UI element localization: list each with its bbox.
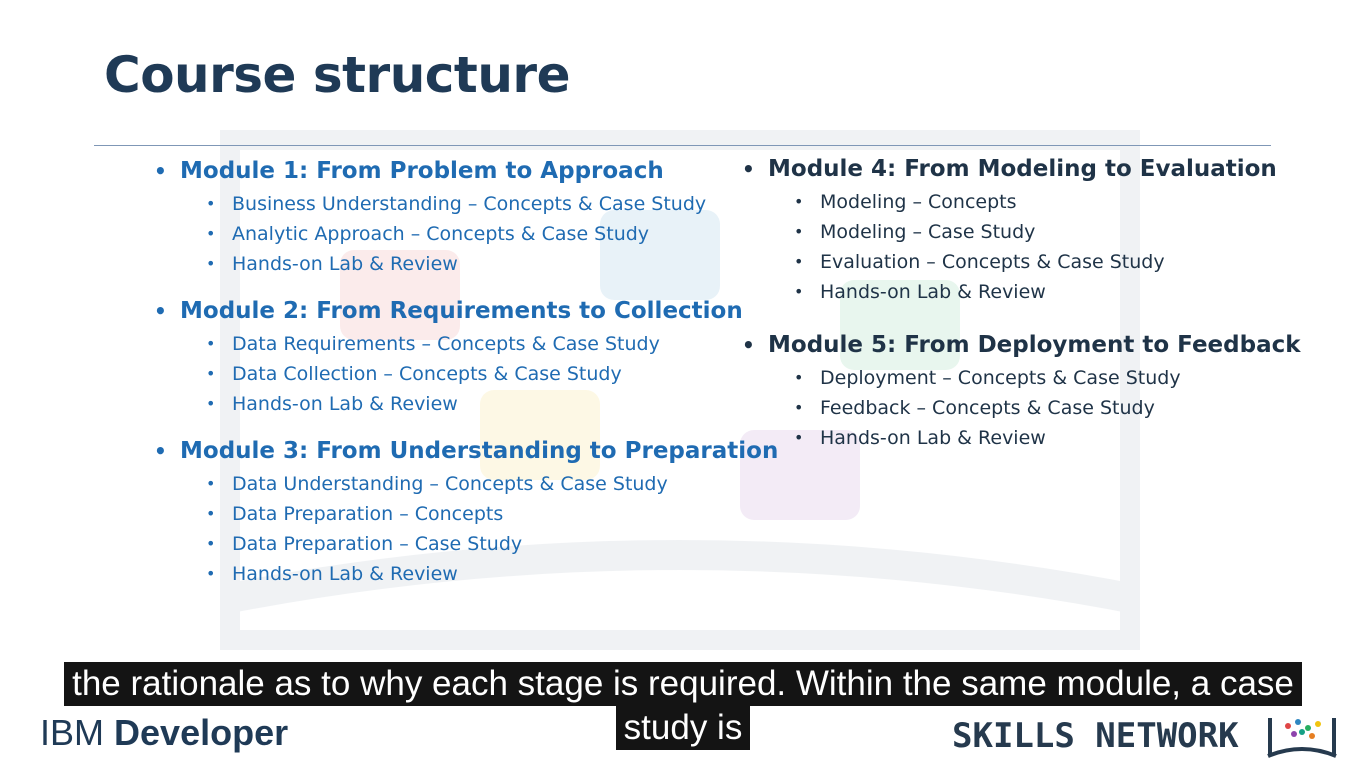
module-title: • Module 4: From Modeling to Evaluation — [742, 153, 1301, 185]
right-module-column: • Module 4: From Modeling to Evaluation … — [742, 153, 1301, 469]
bullet-icon: • — [206, 394, 216, 413]
bullet-icon: • — [206, 254, 216, 273]
bullet-icon: • — [794, 428, 804, 447]
module-item-text: Modeling – Concepts — [820, 191, 1017, 213]
module-block: • Module 2: From Requirements to Collect… — [154, 295, 778, 419]
module-item-text: Data Preparation – Concepts — [232, 503, 504, 525]
module-block: • Module 4: From Modeling to Evaluation … — [742, 153, 1301, 307]
bullet-icon: • — [742, 157, 755, 181]
module-item: • Hands-on Lab & Review — [206, 249, 778, 279]
bullet-icon: • — [742, 333, 755, 357]
module-title-text: Module 5: From Deployment to Feedback — [768, 332, 1301, 358]
bullet-icon: • — [206, 534, 216, 553]
left-module-column: • Module 1: From Problem to Approach • Bu… — [154, 155, 778, 605]
module-block: • Module 5: From Deployment to Feedback … — [742, 329, 1301, 453]
module-item: • Deployment – Concepts & Case Study — [794, 363, 1301, 393]
module-item-text: Data Collection – Concepts & Case Study — [232, 363, 622, 385]
module-item: • Data Understanding – Concepts & Case St… — [206, 469, 778, 499]
title-divider — [94, 145, 1271, 146]
module-item: • Data Collection – Concepts & Case Study — [206, 359, 778, 389]
module-item: • Evaluation – Concepts & Case Study — [794, 247, 1301, 277]
module-item-text: Hands-on Lab & Review — [820, 427, 1046, 449]
bullet-icon: • — [154, 439, 167, 463]
module-title-text: Module 2: From Requirements to Collectio… — [180, 298, 743, 324]
module-item-text: Hands-on Lab & Review — [232, 563, 458, 585]
module-item-text: Data Understanding – Concepts & Case Stu… — [232, 473, 668, 495]
bullet-icon: • — [794, 252, 804, 271]
subtitle-caption: the rationale as to why each stage is re… — [0, 662, 1366, 750]
module-item-text: Business Understanding – Concepts & Case… — [232, 193, 707, 215]
bullet-icon: • — [794, 282, 804, 301]
module-item-text: Evaluation – Concepts & Case Study — [820, 251, 1165, 273]
module-item-text: Analytic Approach – Concepts & Case Stud… — [232, 223, 650, 245]
module-item: • Modeling – Concepts — [794, 187, 1301, 217]
bullet-icon: • — [206, 224, 216, 243]
module-item-text: Data Preparation – Case Study — [232, 533, 523, 555]
bullet-icon: • — [794, 398, 804, 417]
bullet-icon: • — [206, 364, 216, 383]
module-block: • Module 3: From Understanding to Prepar… — [154, 435, 778, 589]
bullet-icon: • — [206, 504, 216, 523]
module-item: • Hands-on Lab & Review — [206, 559, 778, 589]
module-title-text: Module 4: From Modeling to Evaluation — [768, 156, 1277, 182]
module-item: • Hands-on Lab & Review — [206, 389, 778, 419]
module-item: • Data Preparation – Case Study — [206, 529, 778, 559]
module-item-text: Data Requirements – Concepts & Case Stud… — [232, 333, 660, 355]
caption-line-2: study is — [615, 706, 751, 750]
module-item-text: Deployment – Concepts & Case Study — [820, 367, 1181, 389]
bullet-icon: • — [206, 564, 216, 583]
bullet-icon: • — [206, 474, 216, 493]
module-item: • Analytic Approach – Concepts & Case Stu… — [206, 219, 778, 249]
module-title: • Module 5: From Deployment to Feedback — [742, 329, 1301, 361]
module-item: • Hands-on Lab & Review — [794, 423, 1301, 453]
module-item: • Feedback – Concepts & Case Study — [794, 393, 1301, 423]
module-item: • Hands-on Lab & Review — [794, 277, 1301, 307]
bullet-icon: • — [206, 334, 216, 353]
slide-title: Course structure — [104, 46, 571, 104]
module-block: • Module 1: From Problem to Approach • Bu… — [154, 155, 778, 279]
bullet-icon: • — [794, 222, 804, 241]
bullet-icon: • — [794, 192, 804, 211]
module-item-text: Hands-on Lab & Review — [820, 281, 1046, 303]
module-title: • Module 1: From Problem to Approach — [154, 155, 778, 187]
module-item-text: Modeling – Case Study — [820, 221, 1036, 243]
module-item: • Business Understanding – Concepts & Cas… — [206, 189, 778, 219]
bullet-icon: • — [154, 159, 167, 183]
caption-line-1: the rationale as to why each stage is re… — [64, 662, 1302, 706]
bullet-icon: • — [794, 368, 804, 387]
bullet-icon: • — [206, 194, 216, 213]
module-item-text: Hands-on Lab & Review — [232, 393, 458, 415]
bullet-icon: • — [154, 299, 167, 323]
module-title-text: Module 1: From Problem to Approach — [180, 158, 664, 184]
module-item-text: Feedback – Concepts & Case Study — [820, 397, 1155, 419]
module-title-text: Module 3: From Understanding to Preparat… — [180, 438, 779, 464]
module-title: • Module 2: From Requirements to Collect… — [154, 295, 778, 327]
module-item: • Modeling – Case Study — [794, 217, 1301, 247]
module-item: • Data Requirements – Concepts & Case Stu… — [206, 329, 778, 359]
module-item-text: Hands-on Lab & Review — [232, 253, 458, 275]
module-item: • Data Preparation – Concepts — [206, 499, 778, 529]
module-title: • Module 3: From Understanding to Prepar… — [154, 435, 778, 467]
